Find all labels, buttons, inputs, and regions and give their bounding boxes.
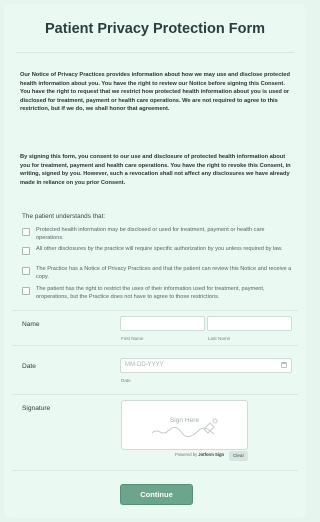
checkbox-option[interactable]: All other disclosures by the practice wi… (22, 246, 292, 255)
date-input[interactable]: MM-DD-YYYY (120, 358, 292, 373)
continue-button[interactable]: Continue (120, 484, 193, 505)
signature-scribble-icon (151, 418, 218, 438)
calendar-icon[interactable] (281, 362, 287, 368)
name-label: Name (22, 321, 40, 328)
checkbox-label[interactable]: Protected health information may be disc… (36, 227, 292, 242)
checkbox[interactable] (22, 228, 30, 236)
first-name-sublabel: First Name (121, 336, 144, 341)
clear-signature-button[interactable]: Clear (229, 451, 248, 461)
last-name-input[interactable] (207, 316, 292, 331)
last-name-sublabel: Last Name (208, 336, 231, 341)
privacy-notice-paragraph: Our Notice of Privacy Practices provides… (20, 72, 290, 113)
section-divider (12, 345, 298, 346)
form-title: Patient Privacy Protection Form (45, 21, 265, 37)
checkbox-label[interactable]: All other disclosures by the practice wi… (36, 246, 292, 255)
consent-paragraph: By signing this form, you consent to our… (20, 154, 291, 186)
section-divider (12, 394, 298, 395)
section-divider (12, 310, 298, 311)
checkbox-option[interactable]: The patient has the right to restrict th… (22, 286, 292, 301)
section-divider (12, 470, 298, 471)
understands-label: The patient understands that: (22, 213, 106, 220)
date-label: Date (22, 363, 36, 370)
form-card: Patient Privacy Protection Form Our Noti… (4, 4, 306, 518)
checkbox[interactable] (22, 267, 30, 275)
checkbox[interactable] (22, 247, 30, 255)
powered-by-text: Powered by Jotform Sign (175, 452, 225, 457)
signature-label: Signature (22, 405, 51, 412)
checkbox-option[interactable]: The Practice has a Notice of Privacy Pra… (22, 266, 292, 281)
checkbox[interactable] (22, 287, 30, 295)
date-placeholder: MM-DD-YYYY (125, 362, 164, 368)
date-sublabel: Date (121, 378, 131, 383)
signature-pad[interactable]: Sign Here (121, 400, 248, 450)
first-name-input[interactable] (120, 316, 205, 331)
title-divider (16, 52, 294, 53)
checkbox-label[interactable]: The Practice has a Notice of Privacy Pra… (36, 266, 292, 281)
checkbox-label[interactable]: The patient has the right to restrict th… (36, 286, 292, 301)
checkbox-option[interactable]: Protected health information may be disc… (22, 227, 292, 242)
